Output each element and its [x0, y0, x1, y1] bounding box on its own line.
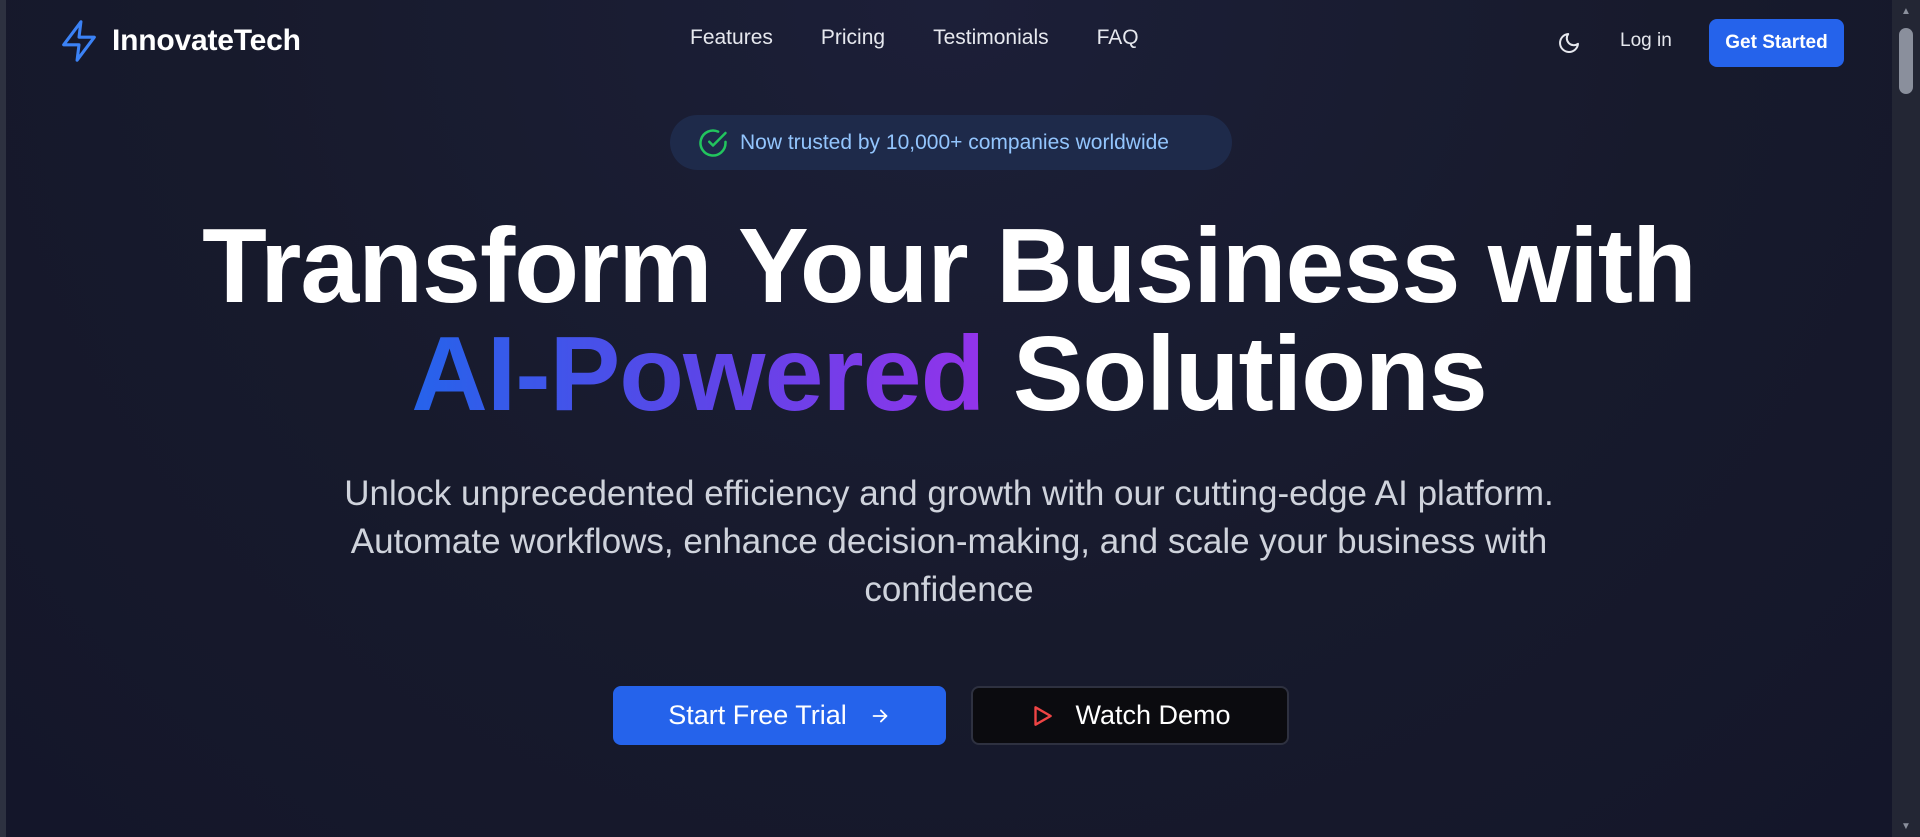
- login-link[interactable]: Log in: [1620, 30, 1672, 52]
- page-viewport: InnovateTech Features Pricing Testimonia…: [6, 0, 1892, 837]
- main-nav: Features Pricing Testimonials FAQ: [690, 26, 1139, 50]
- scroll-up-arrow-icon[interactable]: ▲: [1892, 2, 1920, 20]
- start-free-trial-button[interactable]: Start Free Trial: [613, 686, 946, 745]
- brand-logo[interactable]: InnovateTech: [56, 18, 301, 64]
- scroll-down-arrow-icon[interactable]: ▼: [1892, 817, 1920, 835]
- nav-link-features[interactable]: Features: [690, 26, 773, 50]
- hero-title-line2: AI-Powered Solutions: [6, 320, 1892, 428]
- start-free-trial-label: Start Free Trial: [668, 700, 847, 730]
- watch-demo-button[interactable]: Watch Demo: [971, 686, 1289, 745]
- trust-badge: Now trusted by 10,000+ companies worldwi…: [670, 115, 1232, 170]
- hero-title-line1: Transform Your Business with: [202, 207, 1697, 325]
- arrow-right-icon: [872, 709, 888, 722]
- watch-demo-label: Watch Demo: [1075, 700, 1231, 730]
- hero-title-line2-rest: Solutions: [1012, 315, 1488, 433]
- theme-toggle-button[interactable]: [1554, 28, 1584, 58]
- hero-subtitle: Unlock unprecedented efficiency and grow…: [344, 474, 1554, 609]
- site-header: InnovateTech Features Pricing Testimonia…: [6, 0, 1892, 84]
- hero-title-highlight: AI-Powered: [411, 315, 985, 433]
- scrollbar-thumb[interactable]: [1899, 28, 1913, 94]
- nav-link-faq[interactable]: FAQ: [1097, 26, 1139, 50]
- trust-badge-text: Now trusted by 10,000+ companies worldwi…: [740, 130, 1169, 154]
- nav-link-testimonials[interactable]: Testimonials: [933, 26, 1049, 50]
- check-circle-icon: [699, 128, 727, 157]
- get-started-button[interactable]: Get Started: [1709, 19, 1844, 67]
- play-icon: [1034, 705, 1053, 726]
- nav-link-pricing[interactable]: Pricing: [821, 26, 885, 50]
- vertical-scrollbar[interactable]: ▲ ▼: [1892, 0, 1920, 837]
- lightning-bolt-icon: [62, 20, 96, 62]
- brand-name: InnovateTech: [112, 24, 301, 57]
- hero-title: Transform Your Business with AI-Powered …: [6, 212, 1892, 428]
- moon-icon: [1559, 33, 1579, 53]
